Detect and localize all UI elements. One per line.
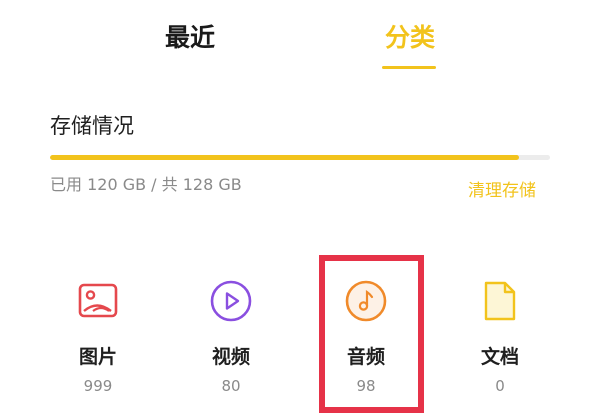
category-count: 0: [495, 377, 505, 395]
category-label: 文档: [480, 346, 519, 368]
storage-title: 存储情况: [50, 114, 134, 138]
image-icon: [75, 278, 121, 324]
category-videos[interactable]: 视频 80: [181, 270, 281, 400]
file-manager-screen: 最近 分类 存储情况 已用 120 GB / 共 128 GB 清理存储 图片 …: [0, 0, 600, 418]
category-label: 图片: [78, 346, 117, 368]
category-count: 999: [83, 377, 113, 395]
active-tab-indicator: [382, 66, 436, 69]
document-icon: [477, 278, 523, 324]
category-count: 80: [221, 377, 241, 395]
highlight-box: [319, 255, 424, 413]
tab-recent[interactable]: 最近: [120, 18, 260, 58]
clean-storage-button[interactable]: 清理存储: [440, 178, 536, 204]
category-pictures[interactable]: 图片 999: [48, 270, 148, 400]
play-icon: [208, 278, 254, 324]
storage-progress-bar: [50, 155, 550, 160]
category-documents[interactable]: 文档 0: [450, 270, 550, 400]
tab-category[interactable]: 分类: [340, 18, 480, 58]
storage-usage-text: 已用 120 GB / 共 128 GB: [50, 175, 242, 194]
category-label: 视频: [211, 346, 250, 368]
storage-progress-fill: [50, 155, 519, 160]
